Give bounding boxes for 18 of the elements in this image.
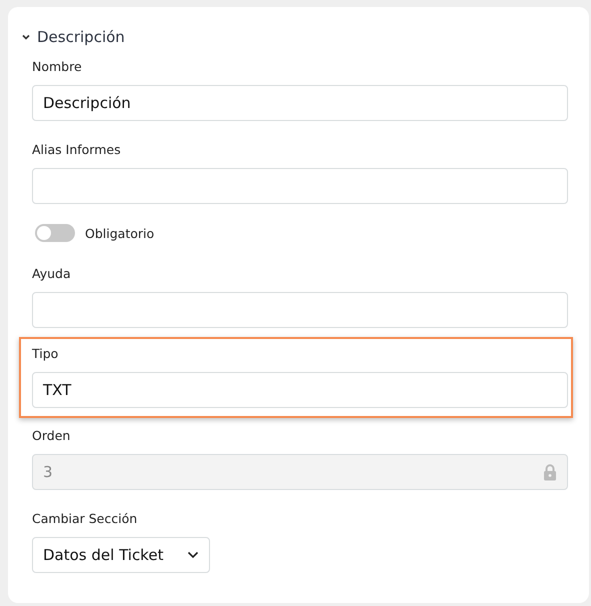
input-field: 3 xyxy=(32,454,568,490)
toggle-switch[interactable] xyxy=(35,224,75,242)
section-title: Descripción xyxy=(37,28,125,46)
field-label: Ayuda xyxy=(32,265,72,283)
field-label: Nombre xyxy=(32,58,83,76)
section-dropdown[interactable]: Datos del Ticket xyxy=(32,537,210,573)
input-field[interactable] xyxy=(32,292,568,328)
lock-icon xyxy=(543,464,557,480)
field-label: Tipo xyxy=(32,345,60,363)
chevron-down-icon[interactable] xyxy=(21,32,31,42)
field-label: Orden xyxy=(32,427,72,445)
field-label: Alias Informes xyxy=(32,141,122,159)
chevron-down-icon xyxy=(187,551,199,559)
input-field[interactable] xyxy=(32,168,568,204)
toggle-label: Obligatorio xyxy=(85,226,154,240)
input-field[interactable]: TXT xyxy=(32,372,568,408)
field-label: Cambiar Sección xyxy=(32,510,138,528)
input-field[interactable]: Descripción xyxy=(32,85,568,121)
